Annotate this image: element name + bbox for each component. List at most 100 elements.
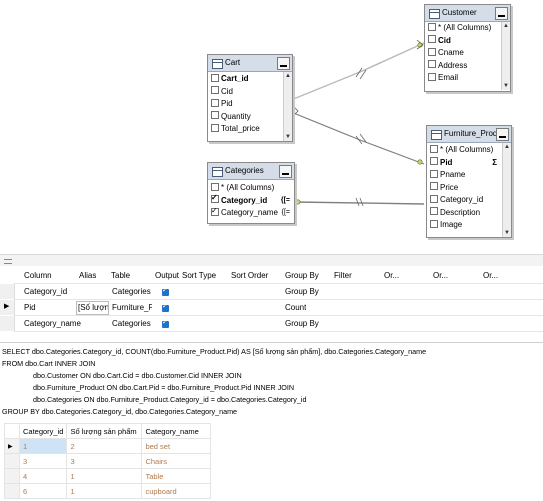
table-card-cart[interactable]: Cart Cart_id Cid Pid Quantity Total_pric…	[207, 54, 293, 142]
results-cell[interactable]: 3	[18, 453, 68, 469]
grid-cell-column[interactable]: Category_id	[24, 285, 67, 299]
results-cell[interactable]: 2	[66, 438, 143, 454]
table-header-customer[interactable]: Customer	[425, 5, 510, 22]
results-cell[interactable]: bed set	[141, 438, 212, 454]
table-card-customer[interactable]: Customer * (All Columns) Cid Cname Addre…	[424, 4, 511, 92]
column-checkbox[interactable]	[430, 207, 438, 216]
column-row[interactable]: Total_price	[208, 123, 292, 136]
scroll-up-icon[interactable]: ▲	[503, 143, 511, 151]
vertical-scrollbar[interactable]: ▲ ▼	[283, 72, 292, 141]
table-card-furniture-product[interactable]: Furniture_Product * (All Columns) Pid Σ P…	[426, 125, 512, 238]
scroll-down-icon[interactable]: ▼	[502, 82, 510, 90]
row-selector[interactable]: ▶	[0, 300, 15, 315]
column-checkbox[interactable]	[211, 111, 219, 120]
table-header-furniture-product[interactable]: Furniture_Product	[427, 126, 511, 143]
grid-cell-column[interactable]: Category_name	[24, 317, 81, 331]
output-checkbox[interactable]	[162, 318, 169, 328]
results-cell[interactable]: 1	[66, 483, 143, 499]
column-row[interactable]: Cart_id	[208, 73, 292, 86]
results-header-category-id[interactable]: Category_id	[18, 423, 68, 439]
column-checkbox[interactable]	[428, 72, 436, 81]
vertical-scrollbar[interactable]: ▲ ▼	[502, 143, 511, 237]
column-checkbox[interactable]	[428, 35, 436, 44]
column-row[interactable]: Email	[425, 72, 510, 85]
column-row[interactable]: Description	[427, 207, 511, 220]
table-header-categories[interactable]: Categories	[208, 163, 294, 180]
column-checkbox[interactable]	[211, 98, 219, 107]
column-checkbox[interactable]	[430, 157, 438, 166]
row-selector[interactable]	[0, 284, 15, 299]
table-row[interactable]: 6 1 cupboard	[4, 483, 212, 499]
column-checkbox[interactable]	[428, 22, 436, 31]
scroll-up-icon[interactable]: ▲	[284, 72, 292, 80]
column-row[interactable]: Pid	[208, 98, 292, 111]
column-row[interactable]: Pname	[427, 169, 511, 182]
results-cell[interactable]: cupboard	[141, 483, 212, 499]
column-checkbox[interactable]	[430, 194, 438, 203]
grid-cell-table[interactable]: Categories	[112, 285, 151, 299]
column-checkbox-checked[interactable]	[211, 205, 219, 217]
column-checkbox[interactable]	[211, 73, 219, 82]
column-row[interactable]: Cname	[425, 47, 510, 60]
results-cell[interactable]: 4	[18, 468, 68, 484]
column-row[interactable]: Address	[425, 60, 510, 73]
minimize-button[interactable]	[496, 128, 509, 141]
grid-cell-group-by[interactable]: Group By	[285, 317, 319, 331]
column-checkbox[interactable]	[428, 47, 436, 56]
column-checkbox[interactable]	[211, 182, 219, 191]
column-row[interactable]: * (All Columns)	[208, 182, 294, 195]
minimize-button[interactable]	[495, 7, 508, 20]
column-checkbox[interactable]	[430, 169, 438, 178]
column-checkbox[interactable]	[430, 144, 438, 153]
output-checkbox[interactable]	[162, 286, 169, 296]
grid-cell-table[interactable]: Furniture_P...	[112, 301, 152, 315]
table-card-categories[interactable]: Categories * (All Columns) Category_id {[…	[207, 162, 295, 224]
minimize-button[interactable]	[279, 165, 292, 178]
column-row[interactable]: Cid	[208, 86, 292, 99]
grid-cell-alias[interactable]: [Số lượng...	[76, 301, 109, 315]
output-checkbox[interactable]	[162, 302, 169, 312]
table-row[interactable]: ▶ 1 2 bed set	[4, 438, 212, 454]
sql-pane[interactable]: SELECT dbo.Categories.Category_id, COUNT…	[0, 342, 543, 422]
table-row[interactable]: 3 3 Chairs	[4, 453, 212, 469]
results-cell[interactable]: 3	[66, 453, 143, 469]
column-row[interactable]: Category_name{[=	[208, 205, 294, 220]
scroll-down-icon[interactable]: ▼	[503, 229, 511, 237]
results-cell[interactable]: 1	[18, 438, 68, 454]
column-checkbox[interactable]	[430, 219, 438, 228]
criteria-grid[interactable]: Column Alias Table Output Sort Type Sort…	[0, 266, 543, 342]
results-header-category-name[interactable]: Category_name	[141, 423, 212, 439]
table-header-cart[interactable]: Cart	[208, 55, 292, 72]
results-cell[interactable]: Table	[141, 468, 212, 484]
column-checkbox-checked[interactable]	[211, 192, 219, 205]
results-cell[interactable]: 1	[66, 468, 143, 484]
column-checkbox[interactable]	[211, 86, 219, 95]
grid-cell-table[interactable]: Categories	[112, 317, 151, 331]
table-row[interactable]: 4 1 Table	[4, 468, 212, 484]
column-checkbox[interactable]	[211, 123, 219, 132]
vertical-scrollbar[interactable]: ▲ ▼	[501, 22, 510, 90]
column-row[interactable]: Image	[427, 219, 511, 232]
minimize-button[interactable]	[277, 57, 290, 70]
column-checkbox[interactable]	[428, 60, 436, 69]
column-row[interactable]: Category_id	[427, 194, 511, 207]
results-cell[interactable]: Chairs	[141, 453, 212, 469]
column-checkbox[interactable]	[430, 182, 438, 191]
row-selector[interactable]	[0, 316, 15, 331]
column-row[interactable]: Category_id {[=	[208, 192, 294, 208]
column-row[interactable]: Quantity	[208, 111, 292, 124]
results-header-count[interactable]: Số lượng sản phẩm	[66, 423, 143, 439]
column-row[interactable]: * (All Columns)	[425, 22, 510, 35]
scroll-up-icon[interactable]: ▲	[502, 22, 510, 30]
scroll-down-icon[interactable]: ▼	[284, 133, 292, 141]
diagram-pane[interactable]: Customer * (All Columns) Cid Cname Addre…	[0, 0, 543, 254]
grid-cell-group-by[interactable]: Group By	[285, 285, 319, 299]
grid-cell-group-by[interactable]: Count	[285, 301, 306, 315]
grid-cell-column[interactable]: Pid	[24, 301, 36, 315]
column-row[interactable]: Price	[427, 182, 511, 195]
results-cell[interactable]: 6	[18, 483, 68, 499]
column-row[interactable]: Pid Σ	[427, 157, 511, 170]
column-row[interactable]: Cid	[425, 35, 510, 48]
results-pane[interactable]: Category_id Số lượng sản phẩm Category_n…	[0, 421, 543, 501]
column-row[interactable]: * (All Columns)	[427, 144, 511, 157]
